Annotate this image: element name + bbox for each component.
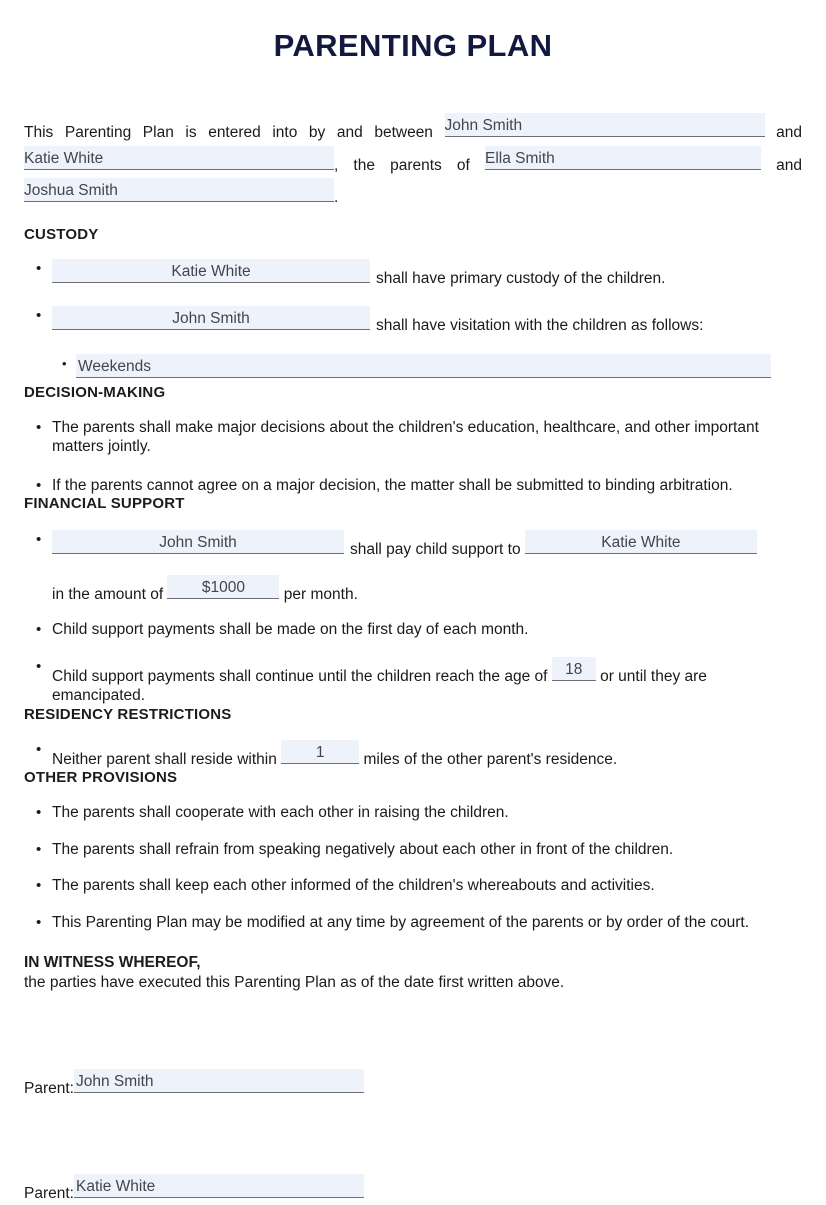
visitation-parent-field[interactable]: John Smith [52,305,370,330]
witness-text: the parties have executed this Parenting… [24,974,565,992]
section-heading-decision-making: DECISION-MAKING [24,383,166,401]
section-heading-financial-support: FINANCIAL SUPPORT [24,495,185,513]
custody-item1-text: shall have primary custody of the childr… [376,270,666,288]
signature-row-parent1: Parent: John Smith [24,1069,802,1100]
age-prefix-text: Child support payments shall continue un… [52,667,548,685]
child1-name-field[interactable]: Ella Smith [485,145,761,170]
financial-support-list-2: Child support payments shall be made on … [24,620,802,706]
support-end-age-field[interactable]: 18 [551,656,596,681]
list-item: The parents shall keep each other inform… [24,876,802,896]
residency-prefix-text: Neither parent shall reside within [52,750,277,768]
support-amount-line: in the amount of $1000 per month. [24,574,802,605]
amount-prefix-text: in the amount of [52,585,164,603]
list-item: The parents shall refrain from speaking … [24,840,802,860]
list-item: Weekends [24,354,802,384]
list-item: The parents shall make major decisions a… [24,418,802,457]
support-pay-text: shall pay child support to [350,541,521,559]
signature-label-1: Parent: [24,1080,74,1098]
intro-text-4: and [776,156,803,174]
signature-label-2: Parent: [24,1185,74,1203]
list-item: Neither parent shall reside within 1 mil… [24,739,802,770]
list-item: John Smith shall pay child support to Kat… [24,530,802,560]
section-heading-residency-restrictions: RESIDENCY RESTRICTIONS [24,705,232,723]
custody-holder-field[interactable]: Katie White [52,259,370,284]
intro-paragraph: This Parenting Plan is entered into by a… [24,113,802,211]
intro-text-5: . [334,189,339,207]
intro-text-1: This Parenting Plan is entered into by a… [24,124,433,141]
parent1-name-field[interactable]: John Smith [444,113,765,137]
intro-text-2: and [776,124,802,141]
financial-support-list: John Smith shall pay child support to Kat… [24,530,802,560]
list-item: The parents shall cooperate with each ot… [24,803,802,823]
section-heading-custody: CUSTODY [24,226,99,244]
list-item: Katie White shall have primary custody of… [24,259,802,289]
witness-heading: IN WITNESS WHEREOF, [24,954,201,972]
witness-block: IN WITNESS WHEREOF, the parties have exe… [24,953,802,993]
visitation-schedule-field[interactable]: Weekends [76,354,771,379]
support-payer-field[interactable]: John Smith [52,530,344,555]
list-item: Child support payments shall continue un… [24,656,802,706]
list-item: Child support payments shall be made on … [24,620,802,640]
document-body: This Parenting Plan is entered into by a… [24,113,802,1205]
intro-text-3: , the parents of [334,156,470,174]
residency-list: Neither parent shall reside within 1 mil… [24,739,802,770]
list-item: John Smith shall have visitation with the… [24,305,802,336]
visitation-schedule-list: Weekends [24,354,802,384]
parent2-name-field[interactable]: Katie White [24,145,334,170]
page-title: PARENTING PLAN [273,28,553,63]
amount-suffix-text: per month. [283,585,358,603]
list-item: If the parents cannot agree on a major d… [24,476,802,496]
custody-item2-text: shall have visitation with the children … [376,316,704,334]
other-provisions-list: The parents shall cooperate with each ot… [24,803,802,932]
signature-field-parent2[interactable]: Katie White [73,1174,364,1199]
signature-row-parent2: Parent: Katie White [24,1174,802,1205]
signature-field-parent1[interactable]: John Smith [73,1069,364,1094]
child2-name-field[interactable]: Joshua Smith [24,178,334,203]
custody-list: Katie White shall have primary custody of… [24,259,802,335]
residency-miles-field[interactable]: 1 [281,739,360,764]
section-heading-other-provisions: OTHER PROVISIONS [24,769,178,787]
residency-suffix-text: miles of the other parent's residence. [363,750,618,768]
decision-making-list: The parents shall make major decisions a… [24,418,802,496]
support-amount-field[interactable]: $1000 [167,574,280,599]
list-item: This Parenting Plan may be modified at a… [24,913,802,933]
document-page: PARENTING PLAN This Parenting Plan is en… [0,0,826,1202]
support-payee-field[interactable]: Katie White [524,530,757,555]
